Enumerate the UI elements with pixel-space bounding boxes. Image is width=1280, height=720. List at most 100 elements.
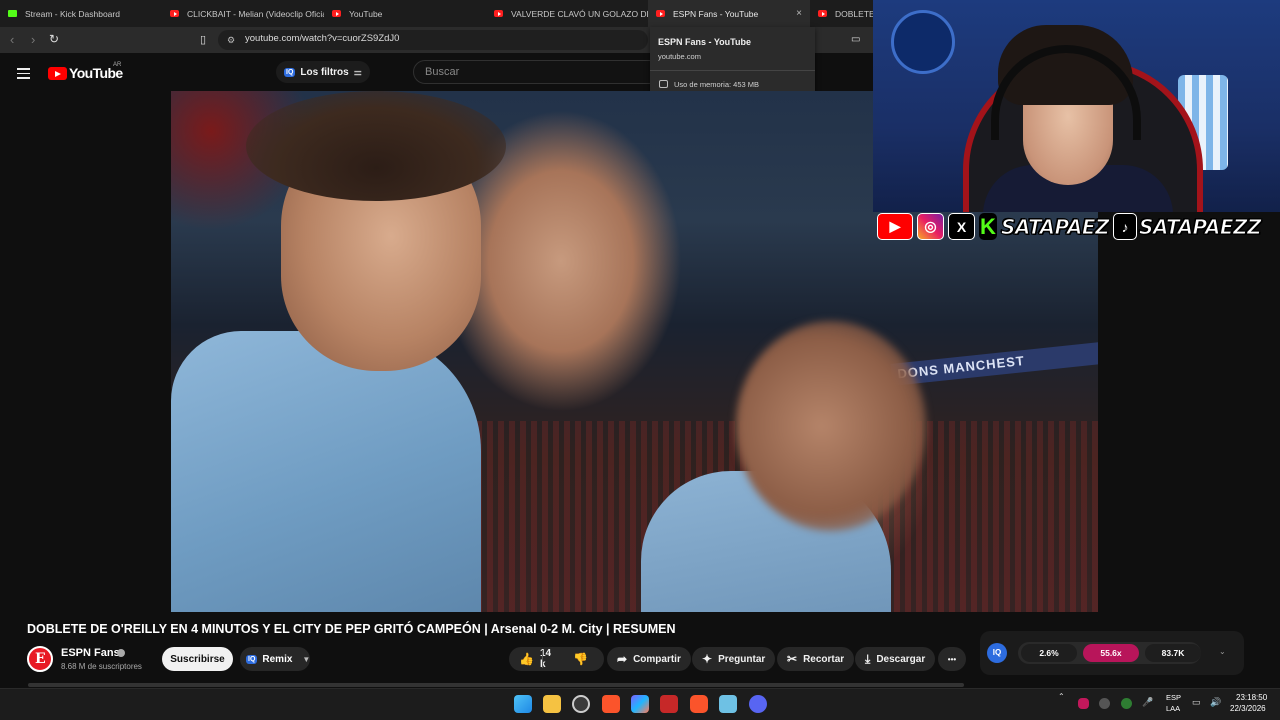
subscriber-count: 8.68 M de suscriptores <box>61 662 142 671</box>
scissors-icon: ✂ <box>787 652 798 666</box>
browser-tab-strip: Stream - Kick Dashboard CLICKBAIT - Meli… <box>0 0 873 27</box>
hover-card-title: ESPN Fans - YouTube <box>658 37 752 47</box>
country-code: AR <box>113 62 122 68</box>
app-icon[interactable] <box>572 695 590 713</box>
channel-avatar[interactable] <box>27 646 53 672</box>
iq-stat-count: 83.7K <box>1145 644 1201 662</box>
youtube-icon: ▶ <box>877 213 913 240</box>
remix-button[interactable]: IQ Remix ▼ <box>240 647 310 671</box>
menu-icon[interactable] <box>17 68 30 82</box>
social-handles: ▶ ◎ X K SATAPAEZ ♪ SATAPAEZZ <box>877 211 1277 242</box>
tray-app-icon-2[interactable] <box>1099 698 1110 709</box>
iq-logo[interactable]: IQ <box>987 643 1007 663</box>
clock-date[interactable]: 22/3/2026 <box>1230 704 1266 713</box>
share-label: Compartir <box>633 653 681 665</box>
file-explorer-icon[interactable] <box>543 695 561 713</box>
sliders-icon: ⚌ <box>353 66 362 77</box>
like-divider <box>542 650 543 668</box>
volume-icon[interactable]: 🔊 <box>1210 697 1221 708</box>
ask-label: Preguntar <box>718 653 766 665</box>
like-dislike-group: 👍 14 k 👎 <box>509 647 604 671</box>
tab-youtube[interactable]: YouTube <box>324 0 486 27</box>
instagram-icon: ◎ <box>917 213 944 240</box>
clock-time[interactable]: 23:18:50 <box>1236 693 1267 702</box>
share-button[interactable]: ➦ Compartir <box>607 647 691 671</box>
brave-icon[interactable] <box>602 695 620 713</box>
thumbs-up-icon[interactable]: 👍 <box>519 652 534 666</box>
start-icon[interactable] <box>514 695 532 713</box>
tray-app-icon-3[interactable] <box>1121 698 1132 709</box>
wall-logo <box>891 10 955 74</box>
hover-card-memory: Uso de memoria: 453 MB <box>674 80 760 89</box>
chevron-down-icon: ▼ <box>302 654 311 664</box>
stadium-banner: DONS MANCHEST <box>890 342 1098 386</box>
share-icon: ➦ <box>617 652 628 666</box>
youtube-icon <box>818 10 827 17</box>
network-icon[interactable]: ▭ <box>1192 697 1201 708</box>
close-tab-icon[interactable]: × <box>796 8 802 19</box>
download-button[interactable]: ⤓ Descargar <box>855 647 936 671</box>
input-language[interactable]: ESP <box>1166 693 1181 702</box>
reload-icon[interactable]: ↻ <box>49 32 59 46</box>
thumbs-down-icon[interactable]: 👎 <box>573 652 588 666</box>
video-player-figure-1-hair <box>246 91 506 201</box>
filters-button[interactable]: IQ Los filtros ⚌ <box>276 61 370 83</box>
channel-name[interactable]: ESPN Fans <box>61 647 120 659</box>
copilot-icon[interactable] <box>631 695 649 713</box>
tab-valverde[interactable]: VALVERDE CLAVÓ UN GOLAZO DE T <box>486 0 648 27</box>
tab-title: YouTube <box>349 8 383 19</box>
tab-clickbait[interactable]: CLICKBAIT - Melian (Videoclip Oficial <box>162 0 324 27</box>
youtube-icon <box>656 10 665 17</box>
kick-handle: SATAPAEZ <box>1000 214 1110 239</box>
notepad-icon[interactable] <box>719 695 737 713</box>
tab-espn-fans[interactable]: ESPN Fans - YouTube × <box>648 0 810 27</box>
site-info-icon[interactable]: ⚙ <box>227 35 235 46</box>
bookmark-icon[interactable]: ▯ <box>200 33 206 46</box>
tab-title: CLICKBAIT - Melian (Videoclip Oficial <box>187 8 324 19</box>
download-icon: ⤓ <box>865 651 871 666</box>
tab-kick-dashboard[interactable]: Stream - Kick Dashboard <box>0 0 162 27</box>
brave-active-icon[interactable] <box>690 695 708 713</box>
filters-label: Los filtros <box>300 66 349 78</box>
input-layout[interactable]: LAA <box>1166 704 1180 713</box>
webcam-overlay <box>873 0 1280 212</box>
download-label: Descargar <box>876 653 926 665</box>
more-actions-button[interactable]: ••• <box>938 647 966 671</box>
youtube-icon <box>494 10 503 17</box>
youtube-logo-icon[interactable] <box>48 67 67 80</box>
tray-overflow-icon[interactable]: ⌃ <box>1058 692 1065 701</box>
page-scrollbar[interactable] <box>28 683 964 687</box>
iq-badge: IQ <box>246 654 258 664</box>
back-icon[interactable]: ‹ <box>10 32 14 47</box>
tiktok-icon: ♪ <box>1113 213 1138 240</box>
search-placeholder: Buscar <box>425 66 460 78</box>
tab-title: ESPN Fans - YouTube <box>673 8 759 19</box>
hover-card-domain: youtube.com <box>658 52 701 61</box>
pip-icon[interactable]: ▭ <box>851 34 860 45</box>
subscribe-button[interactable]: Suscribirse <box>162 647 233 671</box>
iq-stat-percent: 2.6% <box>1021 644 1077 662</box>
kick-icon: K <box>979 213 997 240</box>
tray-app-icon[interactable] <box>1078 698 1089 709</box>
hover-card-divider <box>650 70 815 71</box>
tab-doblete[interactable]: DOBLETE <box>810 0 873 27</box>
tab-title: DOBLETE <box>835 8 873 19</box>
forward-icon[interactable]: › <box>31 32 35 47</box>
video-player-figure-2-head <box>736 321 926 531</box>
clip-button[interactable]: ✂ Recortar <box>777 647 855 671</box>
video-player-figure-1-shirt <box>171 331 481 612</box>
tab-title: Stream - Kick Dashboard <box>25 8 120 19</box>
sparkle-icon: ✦ <box>702 652 713 666</box>
discord-icon[interactable] <box>749 695 767 713</box>
tiktok-handle: SATAPAEZZ <box>1139 214 1263 239</box>
url-text[interactable]: youtube.com/watch?v=cuorZS9ZdJ0 <box>245 33 399 44</box>
tab-title: VALVERDE CLAVÓ UN GOLAZO DE T <box>511 8 648 19</box>
remix-label: Remix <box>262 653 293 665</box>
chevron-down-icon[interactable]: ⌄ <box>1219 647 1226 656</box>
streaming-app-icon[interactable] <box>660 695 678 713</box>
memory-icon <box>659 80 668 88</box>
ask-button[interactable]: ✦ Preguntar <box>692 647 776 671</box>
clip-label: Recortar <box>803 653 845 665</box>
kick-icon <box>8 10 17 17</box>
microphone-icon[interactable]: 🎤 <box>1142 697 1153 708</box>
